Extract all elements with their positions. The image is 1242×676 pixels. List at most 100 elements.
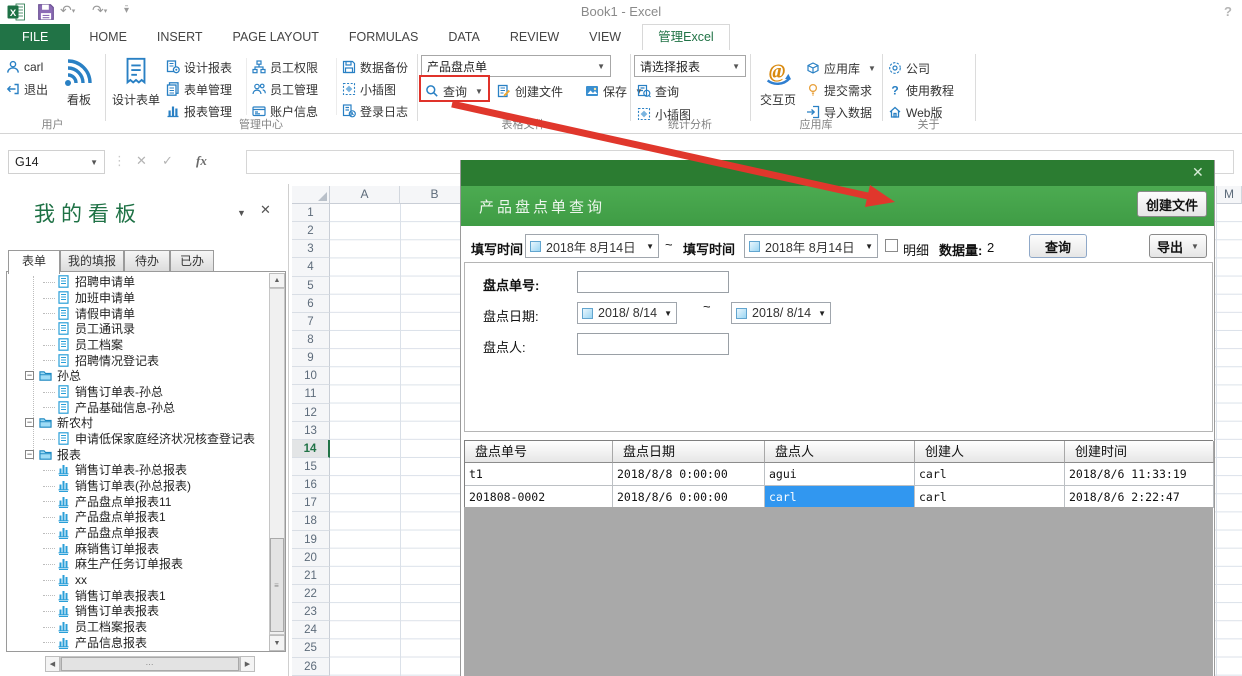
row-header-1[interactable]: 1: [292, 204, 330, 223]
ribbon-design-report-button[interactable]: 设计报表: [166, 57, 232, 77]
scroll-down-icon[interactable]: ▼: [269, 635, 285, 651]
detail-checkbox[interactable]: [885, 239, 898, 252]
tree-item[interactable]: 加班申请单: [9, 290, 267, 306]
ribbon-kanban-button[interactable]: 看板: [56, 56, 102, 108]
ribbon-applib-button[interactable]: 应用库 ▼: [806, 58, 876, 78]
tree-item[interactable]: 产品信息报表: [9, 634, 267, 650]
dialog-query-button[interactable]: 查询: [1029, 234, 1087, 258]
ribbon-create-file-button[interactable]: 创建文件: [497, 81, 563, 101]
tree-item[interactable]: 请假申请单: [9, 305, 267, 321]
ribbon-company-button[interactable]: 公司: [888, 58, 930, 78]
inventory-no-input[interactable]: [577, 271, 729, 293]
ribbon-save-button[interactable]: 保存 ▼: [585, 81, 643, 101]
tree-item[interactable]: 麻生产任务订单报表: [9, 556, 267, 572]
ribbon-interactive-page-button[interactable]: @ 交互页: [754, 56, 802, 108]
row-header-6[interactable]: 6: [292, 294, 330, 313]
ribbon-snippet-button[interactable]: 小插图: [342, 79, 396, 99]
row-header-17[interactable]: 17: [292, 494, 330, 513]
ribbon-emp-perm-button[interactable]: 员工权限: [252, 57, 318, 77]
result-cell[interactable]: agui: [765, 463, 915, 486]
scroll-right-icon[interactable]: ▶: [240, 656, 255, 672]
result-col-header[interactable]: 盘点日期: [613, 441, 765, 463]
scroll-left-icon[interactable]: ◀: [45, 656, 60, 672]
report-select-combo[interactable]: 请选择报表 ▼: [634, 55, 746, 77]
fill-time-from-picker[interactable]: 2018年 8月14日 ▼: [525, 234, 659, 258]
ribbon-tab-view[interactable]: VIEW: [574, 24, 636, 50]
inventory-date-from-picker[interactable]: 2018/ 8/14 ▼: [577, 302, 677, 324]
tree-item[interactable]: 销售订单表报表1: [9, 587, 267, 603]
pane-tab-done[interactable]: 已办: [170, 250, 214, 272]
ribbon-tutorial-button[interactable]: ? 使用教程: [888, 80, 954, 100]
collapse-icon[interactable]: −: [25, 449, 34, 459]
ribbon-logout-button[interactable]: 退出: [6, 79, 48, 99]
row-header-2[interactable]: 2: [292, 222, 330, 241]
result-cell[interactable]: t1: [465, 463, 613, 486]
result-cell[interactable]: carl: [765, 485, 915, 508]
task-pane-menu-icon[interactable]: ▼: [237, 208, 246, 218]
collapse-icon[interactable]: −: [25, 418, 34, 428]
tree-item[interactable]: 员工档案: [9, 337, 267, 353]
result-col-header[interactable]: 盘点人: [765, 441, 915, 463]
tree-item[interactable]: 销售订单表报表: [9, 603, 267, 619]
result-cell[interactable]: 2018/8/6 0:00:00: [613, 485, 765, 508]
insert-function-icon[interactable]: fx: [196, 153, 207, 169]
row-header-8[interactable]: 8: [292, 330, 330, 350]
ribbon-user-account[interactable]: carl: [6, 57, 43, 77]
fill-time-to-picker[interactable]: 2018年 8月14日 ▼: [744, 234, 878, 258]
name-box[interactable]: G14 ▼: [8, 150, 105, 174]
dialog-create-file-button[interactable]: 创建文件: [1137, 191, 1207, 217]
row-header-4[interactable]: 4: [292, 258, 330, 277]
ribbon-stats-query-button[interactable]: 查询: [637, 81, 679, 101]
tree-item[interactable]: − 新农村: [9, 415, 267, 431]
tree-scrollbar-thumb[interactable]: ≡: [270, 538, 284, 632]
tree-item[interactable]: − 报表: [9, 446, 267, 462]
result-cell[interactable]: 2018/8/8 0:00:00: [613, 463, 765, 486]
row-header-22[interactable]: 22: [292, 584, 330, 604]
ribbon-form-mgmt-button[interactable]: 表单管理: [166, 79, 232, 99]
row-header-5[interactable]: 5: [292, 276, 330, 295]
date-checkbox[interactable]: [530, 240, 541, 252]
enter-icon[interactable]: ✓: [162, 153, 173, 169]
tree-item[interactable]: 产品基础信息-孙总: [9, 399, 267, 415]
result-col-header[interactable]: 创建时间: [1065, 441, 1214, 463]
column-header-m[interactable]: M: [1216, 186, 1242, 204]
tree-item[interactable]: 招聘情况登记表: [9, 352, 267, 368]
ribbon-tab-file[interactable]: FILE: [0, 24, 71, 50]
ribbon-data-backup-button[interactable]: 数据备份: [342, 57, 408, 77]
row-header-7[interactable]: 7: [292, 312, 330, 331]
scroll-up-icon[interactable]: ▲: [269, 273, 285, 288]
row-header-19[interactable]: 19: [292, 530, 330, 549]
tree-item[interactable]: 产品盘点单报表1: [9, 509, 267, 525]
collapse-icon[interactable]: −: [25, 371, 34, 381]
dialog-export-button[interactable]: 导出 ▼: [1149, 234, 1207, 258]
ribbon-emp-mgmt-button[interactable]: 员工管理: [252, 79, 318, 99]
select-all-corner[interactable]: [292, 186, 330, 204]
row-header-20[interactable]: 20: [292, 548, 330, 567]
row-header-12[interactable]: 12: [292, 403, 330, 422]
tree-item[interactable]: 销售订单表-孙总报表: [9, 462, 267, 478]
ribbon-tab-review[interactable]: REVIEW: [495, 24, 574, 50]
pane-tab-my-fill[interactable]: 我的填报: [60, 250, 124, 272]
ribbon-tab-data[interactable]: DATA: [433, 24, 494, 50]
pane-tab-forms[interactable]: 表单: [8, 250, 60, 274]
help-icon[interactable]: ?: [1224, 4, 1232, 19]
date-checkbox[interactable]: [736, 307, 747, 319]
tree-item[interactable]: xx: [9, 572, 267, 588]
tree-item[interactable]: 员工通讯录: [9, 321, 267, 337]
task-pane-close-icon[interactable]: ✕: [260, 202, 271, 218]
inventory-person-input[interactable]: [577, 333, 729, 355]
row-header-26[interactable]: 26: [292, 657, 330, 676]
row-header-13[interactable]: 13: [292, 421, 330, 440]
tree-item[interactable]: 产品盘点单报表11: [9, 493, 267, 509]
tree-item[interactable]: 申请低保家庭经济状况核查登记表: [9, 431, 267, 447]
tree-item[interactable]: 产品盘点单报表: [9, 525, 267, 541]
ribbon-tab-insert[interactable]: INSERT: [142, 24, 218, 50]
date-checkbox[interactable]: [749, 240, 760, 252]
tree-item[interactable]: − 孙总: [9, 368, 267, 384]
result-cell[interactable]: 201808-0002: [465, 485, 613, 508]
result-col-header[interactable]: 创建人: [915, 441, 1065, 463]
ribbon-design-form-button[interactable]: 设计表单: [110, 56, 162, 108]
row-header-14[interactable]: 14: [292, 439, 330, 458]
tree-item[interactable]: 员工档案报表: [9, 619, 267, 635]
column-header-a[interactable]: A: [330, 186, 400, 204]
